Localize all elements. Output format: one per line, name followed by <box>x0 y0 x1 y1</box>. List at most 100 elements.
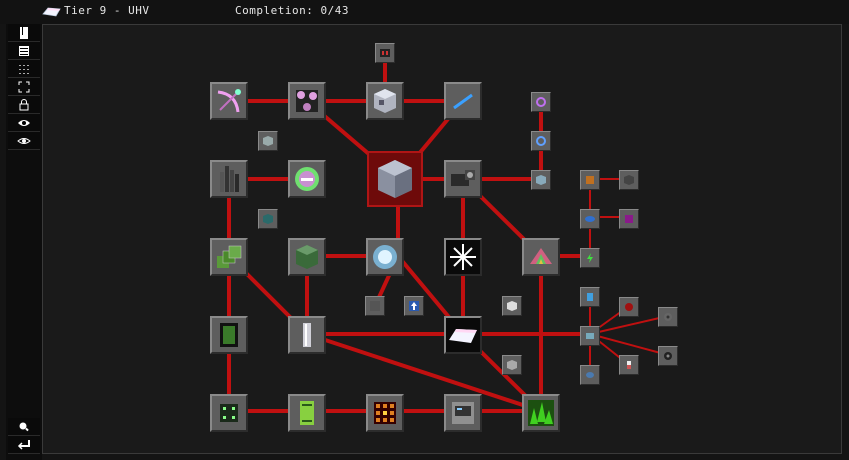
green-cube-icon <box>296 245 318 269</box>
quest-node-small[interactable] <box>404 296 424 316</box>
quest-node[interactable] <box>522 238 560 276</box>
big-block-icon <box>378 160 412 198</box>
quest-node-small[interactable] <box>365 296 385 316</box>
glowing-orb-icon <box>373 245 397 269</box>
red-module-icon <box>380 49 390 57</box>
quest-node-main[interactable] <box>367 151 423 207</box>
purple-gem-icon <box>625 215 633 223</box>
quest-node-small[interactable] <box>531 92 551 112</box>
visibility-button[interactable] <box>8 114 40 132</box>
book-button[interactable] <box>8 24 40 42</box>
grid-button[interactable] <box>8 60 40 78</box>
orange-grid-icon <box>374 402 396 424</box>
quest-node-small[interactable] <box>658 307 678 327</box>
quest-node[interactable] <box>210 394 248 432</box>
quest-node-small[interactable] <box>375 43 395 63</box>
grid-icon <box>19 64 29 74</box>
quest-node[interactable] <box>522 394 560 432</box>
quest-node-small[interactable] <box>580 326 600 346</box>
quest-node-small[interactable] <box>619 170 639 190</box>
quest-node[interactable] <box>444 316 482 354</box>
green-chip-icon <box>220 323 238 347</box>
quest-node[interactable] <box>210 316 248 354</box>
quest-node-small[interactable] <box>580 170 600 190</box>
quest-node[interactable] <box>444 394 482 432</box>
visibility-all-button[interactable] <box>8 132 40 150</box>
quest-node-small[interactable] <box>658 346 678 366</box>
eye-icon <box>18 119 30 126</box>
quest-node-small[interactable] <box>580 209 600 229</box>
white-capsule-icon <box>627 361 631 369</box>
small-chip-icon <box>220 404 238 422</box>
grey-gear-icon <box>664 313 672 321</box>
blue-ring-icon <box>536 136 546 146</box>
quest-node-small[interactable] <box>580 287 600 307</box>
quest-node-small[interactable] <box>619 355 639 375</box>
pink-orbs-icon <box>296 90 318 112</box>
quest-node-small[interactable] <box>619 209 639 229</box>
quest-node-small[interactable] <box>580 248 600 268</box>
tier-title: Tier 9 - UHV <box>64 4 150 17</box>
quest-node-small[interactable] <box>502 355 522 375</box>
expand-button[interactable] <box>8 78 40 96</box>
blue-arrow-icon <box>409 301 419 311</box>
drill-icon <box>451 170 475 186</box>
grey-cube-icon <box>507 360 517 370</box>
quest-tree-canvas[interactable] <box>42 24 842 454</box>
server-block-icon <box>452 402 474 424</box>
rainbow-shard-icon <box>530 248 552 264</box>
quest-node[interactable] <box>288 160 326 198</box>
quest-node-small[interactable] <box>580 365 600 385</box>
quest-node[interactable] <box>366 238 404 276</box>
green-ring-icon <box>295 167 319 191</box>
red-orb-icon <box>625 303 633 311</box>
quest-node[interactable] <box>288 316 326 354</box>
quest-node-small[interactable] <box>258 131 278 151</box>
white-cube-icon <box>507 301 517 311</box>
black-gear-icon <box>664 352 672 360</box>
search-button[interactable] <box>8 418 40 436</box>
green-crystals-icon <box>528 400 554 426</box>
book-icon <box>20 26 28 39</box>
quest-node[interactable] <box>366 82 404 120</box>
quest-node-small[interactable] <box>258 209 278 229</box>
bright-ingot-icon <box>42 7 61 17</box>
pink-bow-icon <box>217 89 241 113</box>
empty-slot-icon <box>370 301 380 311</box>
lock-icon <box>19 98 29 110</box>
green-lightning-icon <box>587 253 593 263</box>
back-button[interactable] <box>8 436 40 454</box>
teal-cube-icon <box>263 214 273 224</box>
lock-button[interactable] <box>8 96 40 114</box>
quest-node[interactable] <box>210 238 248 276</box>
silver-cylinder-icon <box>303 323 311 347</box>
eye-open-icon <box>17 137 31 144</box>
quest-node[interactable] <box>210 160 248 198</box>
quest-node[interactable] <box>288 238 326 276</box>
blue-box-icon <box>586 333 594 339</box>
list-icon <box>19 45 29 56</box>
quest-node[interactable] <box>444 160 482 198</box>
quest-node[interactable] <box>444 238 482 276</box>
quest-node[interactable] <box>288 82 326 120</box>
sidebar <box>6 24 42 460</box>
quest-node-small[interactable] <box>619 297 639 317</box>
computer-block-icon <box>374 89 396 113</box>
list-button[interactable] <box>8 42 40 60</box>
dark-cube-icon <box>624 175 634 185</box>
quest-node-small[interactable] <box>531 170 551 190</box>
quest-node[interactable] <box>444 82 482 120</box>
white-star-icon <box>450 244 476 270</box>
quest-node[interactable] <box>366 394 404 432</box>
quest-node[interactable] <box>210 82 248 120</box>
blue-disc-icon <box>586 372 594 378</box>
quest-node[interactable] <box>288 394 326 432</box>
quest-node-small[interactable] <box>531 131 551 151</box>
search-icon <box>19 422 29 431</box>
completion-counter: Completion: 0/43 <box>235 4 349 17</box>
purple-ring-icon <box>536 97 546 107</box>
green-board-icon <box>300 401 314 425</box>
small-cube-icon <box>263 136 273 146</box>
quest-node-small[interactable] <box>502 296 522 316</box>
blue-figure-icon <box>587 293 593 301</box>
